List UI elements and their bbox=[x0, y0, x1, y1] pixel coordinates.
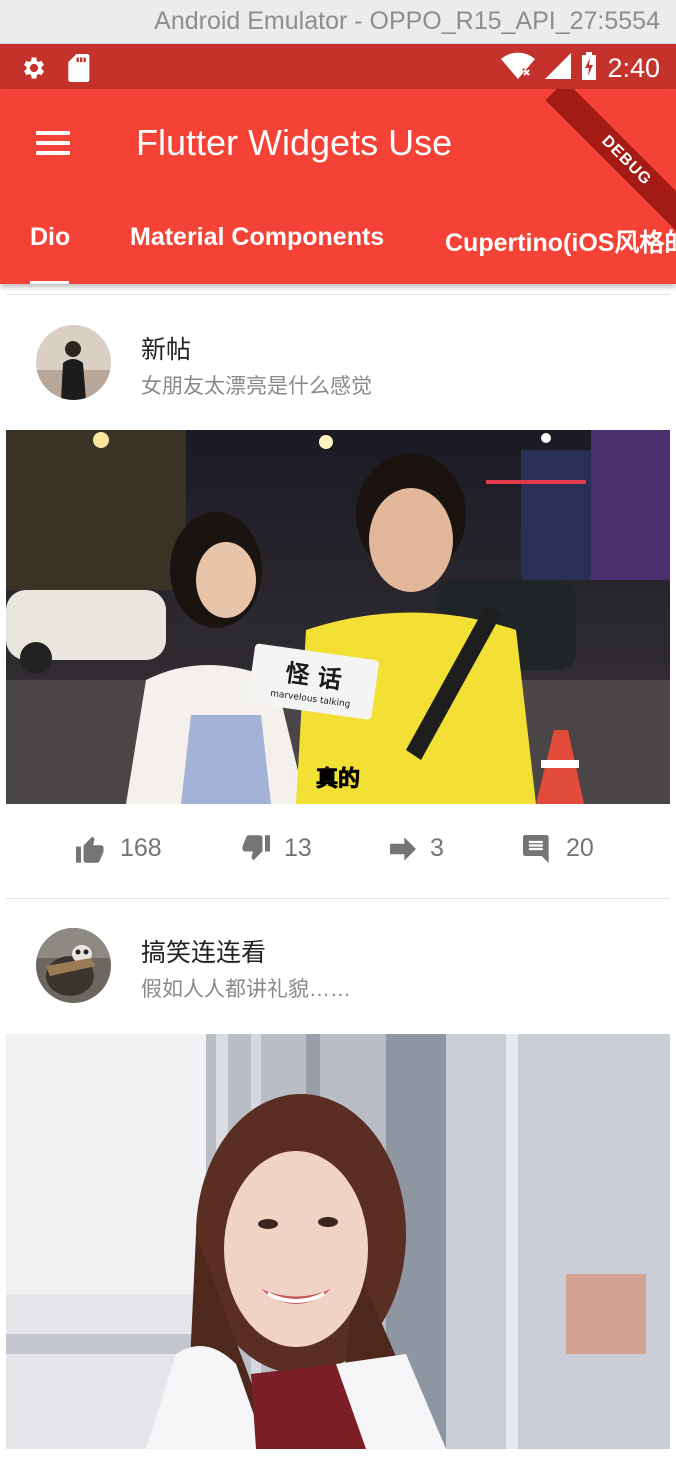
divider bbox=[6, 898, 670, 899]
post-header[interactable]: 新帖 女朋友太漂亮是什么感觉 bbox=[0, 304, 676, 414]
emulator-title-bar: Android Emulator - OPPO_R15_API_27:5554 bbox=[0, 0, 676, 44]
tab-dio[interactable]: Dio bbox=[30, 223, 70, 252]
status-time: 2:40 bbox=[607, 53, 660, 83]
post-video-thumbnail[interactable] bbox=[6, 1034, 670, 1449]
avatar bbox=[36, 928, 111, 1003]
tab-material-components[interactable]: Material Components bbox=[130, 223, 384, 252]
comment-icon bbox=[522, 834, 552, 863]
video-caption: 真的 bbox=[316, 766, 360, 792]
post-subtitle: 女朋友太漂亮是什么感觉 bbox=[141, 375, 372, 398]
share-button[interactable]: 3 bbox=[390, 834, 444, 863]
avatar bbox=[36, 325, 111, 400]
post-subtitle: 假如人人都讲礼貌…… bbox=[141, 978, 351, 1001]
post-header[interactable]: 搞笑连连看 假如人人都讲礼貌…… bbox=[0, 908, 676, 1018]
comment-count: 20 bbox=[566, 834, 594, 862]
app-bar: Flutter Widgets Use Dio Material Compone… bbox=[0, 89, 676, 284]
status-bar: 2:40 bbox=[0, 44, 676, 89]
thumb-up-icon bbox=[76, 835, 106, 863]
wifi-icon bbox=[501, 52, 536, 85]
divider bbox=[6, 294, 670, 295]
emulator-title: Android Emulator - OPPO_R15_API_27:5554 bbox=[154, 7, 660, 35]
share-count: 3 bbox=[430, 834, 444, 862]
post-title: 新帖 bbox=[141, 336, 192, 364]
arrow-forward-icon bbox=[390, 836, 416, 861]
thumb-down-icon bbox=[240, 834, 270, 863]
tab-indicator bbox=[30, 281, 69, 284]
signal-icon bbox=[545, 53, 572, 84]
like-button[interactable]: 168 bbox=[76, 834, 162, 863]
post-title: 搞笑连连看 bbox=[141, 939, 267, 967]
tab-cupertino[interactable]: Cupertino(iOS风格的 bbox=[445, 223, 676, 259]
dislike-count: 13 bbox=[284, 834, 312, 862]
post-video-thumbnail[interactable]: 怪 话 marvelous talking 真的 bbox=[6, 430, 670, 804]
comment-button[interactable]: 20 bbox=[522, 834, 594, 863]
like-count: 168 bbox=[120, 834, 162, 862]
dislike-button[interactable]: 13 bbox=[240, 834, 312, 863]
sd-card-icon bbox=[68, 54, 92, 87]
post-actions: 168 13 3 20 bbox=[0, 804, 676, 900]
settings-icon bbox=[20, 54, 48, 87]
hamburger-menu-icon[interactable] bbox=[36, 131, 70, 155]
tab-bar: Dio Material Components Cupertino(iOS风格的 bbox=[0, 209, 676, 284]
app-title: Flutter Widgets Use bbox=[136, 122, 453, 163]
battery-charging-icon bbox=[581, 52, 597, 85]
